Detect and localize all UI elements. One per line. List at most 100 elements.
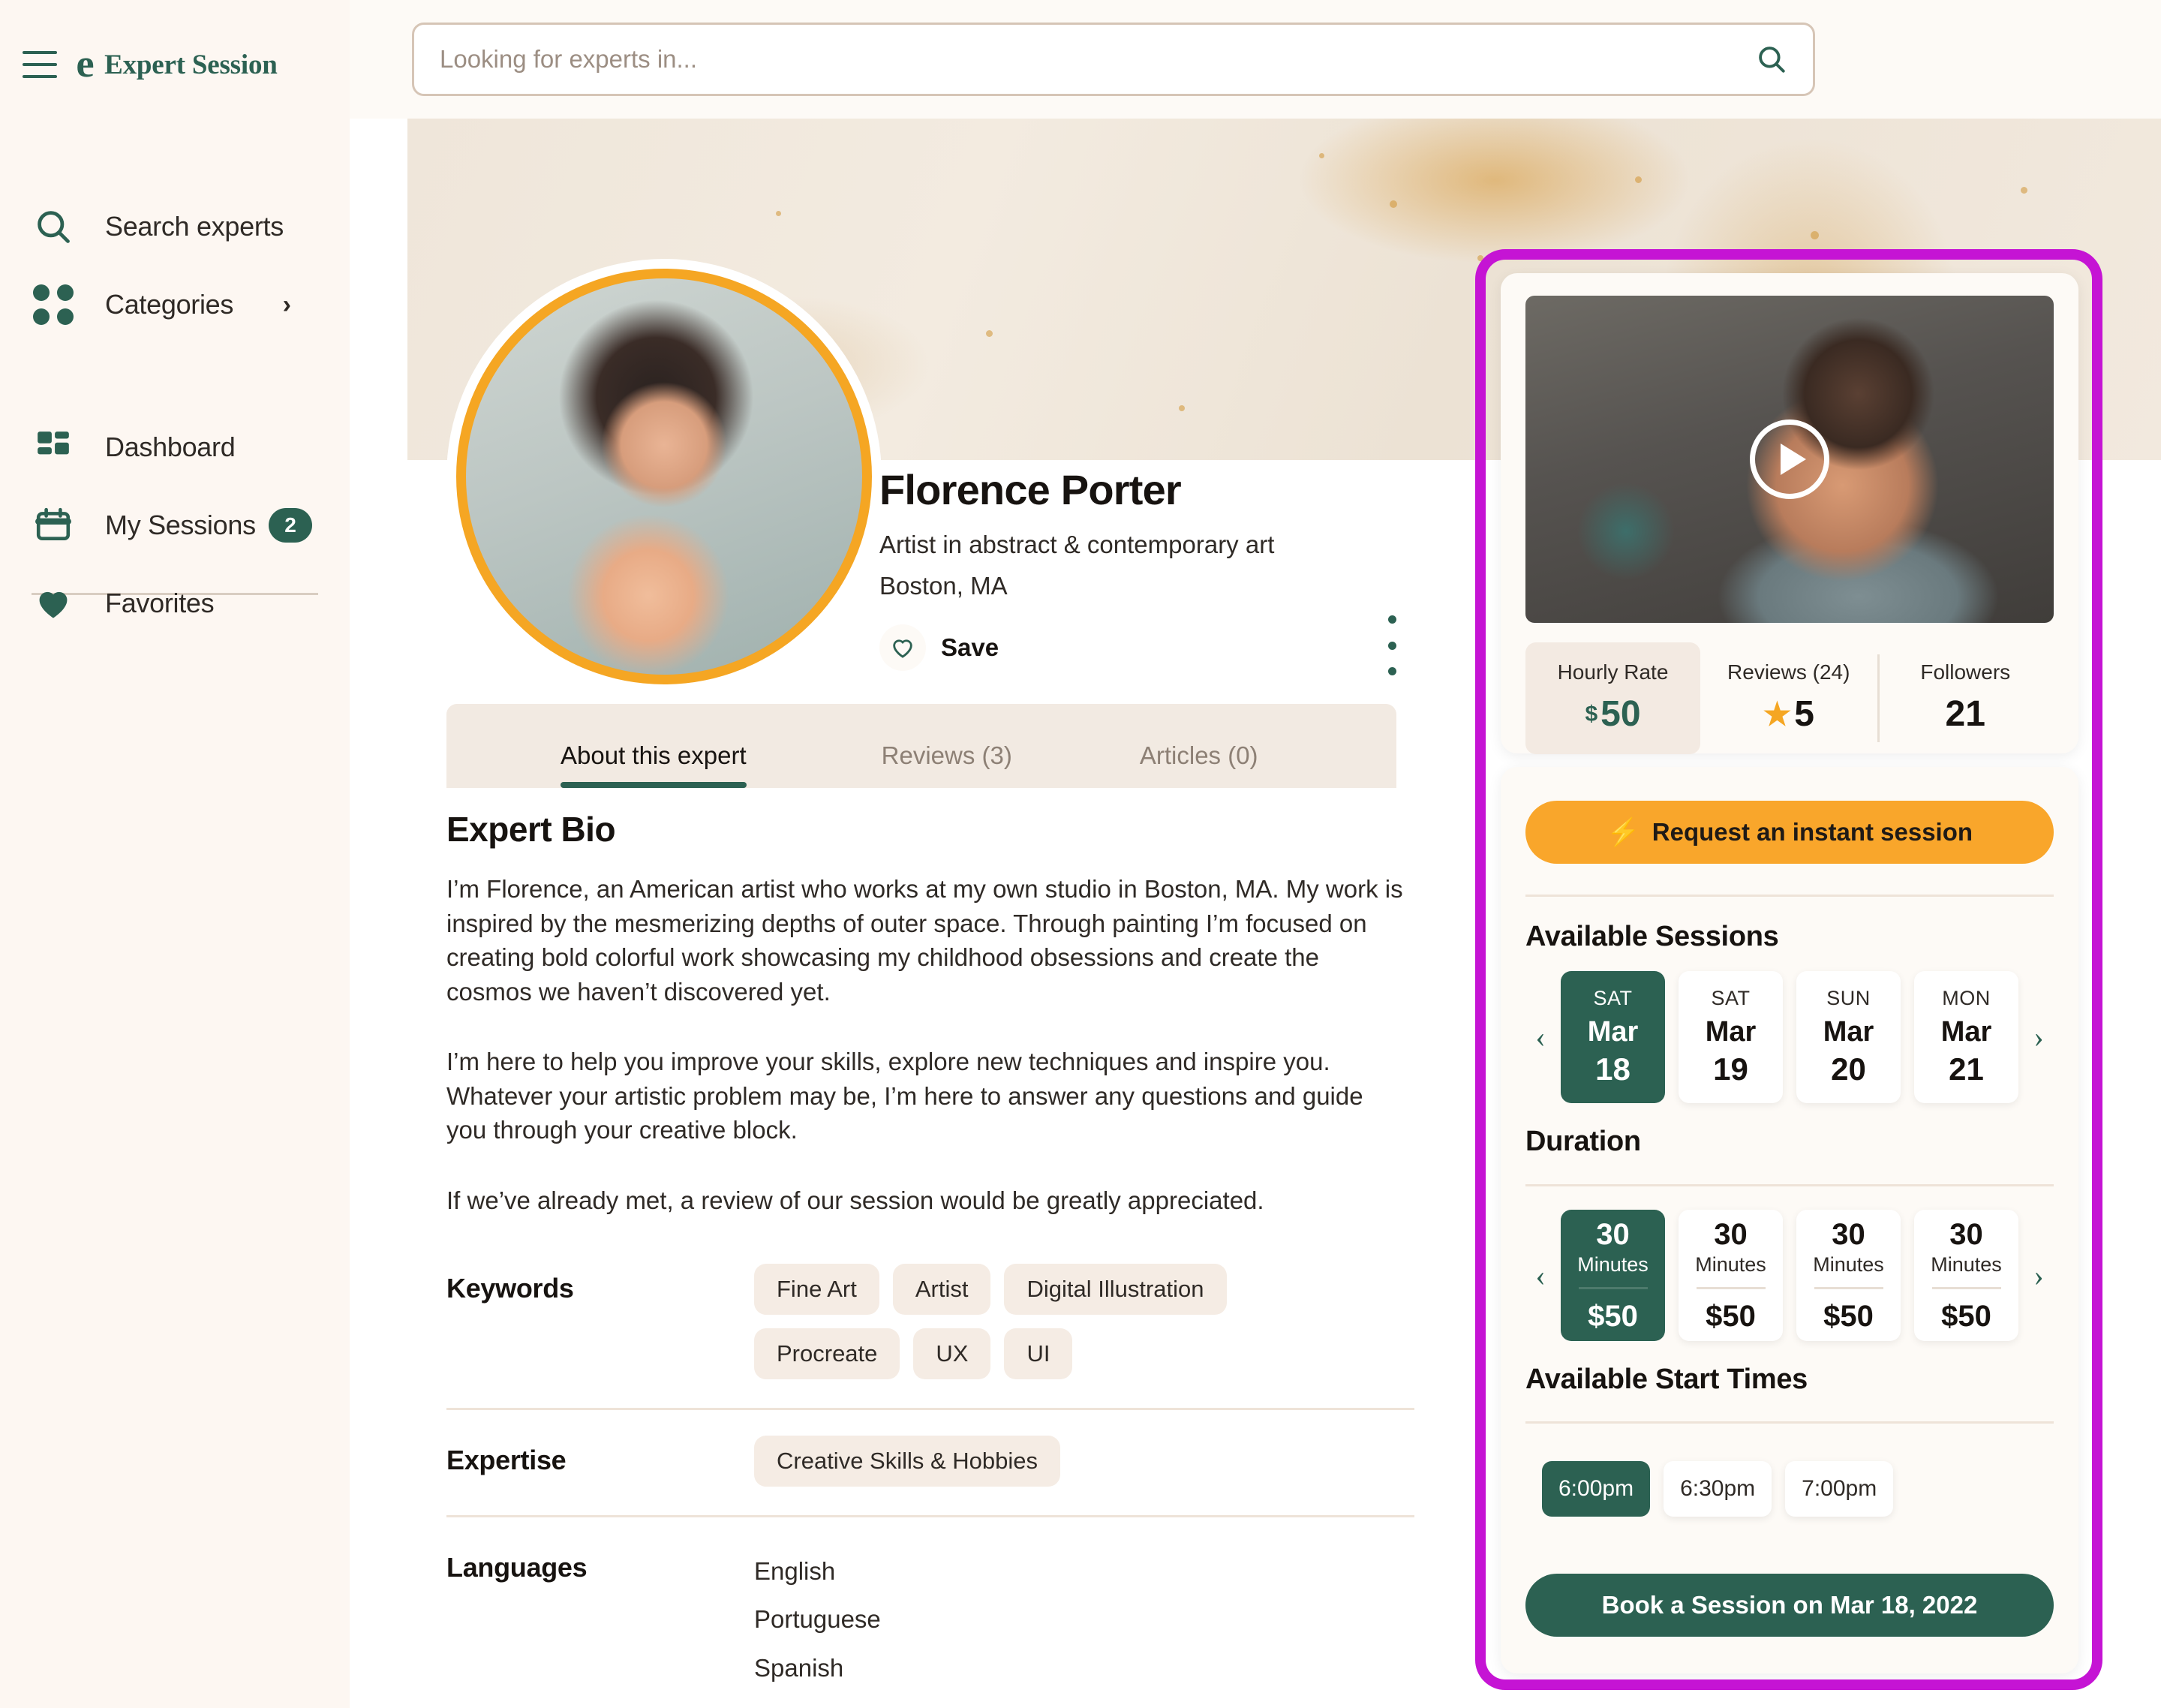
sidebar-item-label: Dashboard [105, 432, 236, 462]
date-track: SAT Mar 18 SAT Mar 19 SUN Mar 20 MON Mar… [1555, 971, 2024, 1103]
expert-bio-section: Expert Bio I’m Florence, an American art… [446, 809, 1407, 1217]
divider [1578, 1286, 1648, 1289]
stat-value: $50 [1525, 693, 1700, 735]
stat-reviews: Reviews (24) ★ 5 [1700, 642, 1877, 754]
sidebar-badge-count: 2 [269, 508, 312, 543]
sidebar-item-search-experts[interactable]: Search experts [0, 188, 350, 266]
languages-row: Languages English Portuguese Spanish [446, 1515, 1414, 1708]
stat-followers: Followers 21 [1877, 642, 2054, 754]
keywords-row: Keywords Fine Art Artist Digital Illustr… [446, 1238, 1414, 1408]
tab-about-this-expert[interactable]: About this expert [561, 741, 747, 788]
duration-number: 30 [1596, 1217, 1630, 1251]
brand-logo-icon: e [76, 43, 95, 86]
duration-price: $50 [1823, 1299, 1874, 1333]
sidebar-item-categories[interactable]: Categories › [0, 266, 350, 344]
duration-unit: Minutes [1695, 1252, 1766, 1276]
heart-outline-icon [879, 624, 926, 671]
save-button-label: Save [941, 633, 999, 661]
search-bar[interactable] [412, 23, 1815, 96]
duration-option[interactable]: 30 Minutes $50 [1796, 1210, 1901, 1341]
start-time-option[interactable]: 6:00pm [1542, 1461, 1651, 1517]
expertise-label: Expertise [446, 1445, 567, 1475]
expert-meta-section: Keywords Fine Art Artist Digital Illustr… [446, 1238, 1414, 1708]
top-header: JD [350, 0, 2161, 119]
date-option[interactable]: SAT Mar 18 [1561, 971, 1665, 1103]
duration-unit: Minutes [1577, 1252, 1649, 1276]
sidebar-item-my-sessions[interactable]: My Sessions 2 [0, 486, 350, 564]
stat-value: 21 [1877, 693, 2054, 735]
tab-reviews[interactable]: Reviews (3) [882, 741, 1012, 788]
stat-value: ★ 5 [1700, 693, 1877, 735]
date-prev-arrow-icon[interactable]: ‹ [1525, 1022, 1555, 1052]
expert-tagline: Artist in abstract & contemporary art [879, 531, 1275, 558]
keywords-label: Keywords [446, 1273, 574, 1304]
date-option[interactable]: SAT Mar 19 [1679, 971, 1783, 1103]
divider [1814, 1286, 1883, 1289]
language-item: English [754, 1557, 836, 1585]
hamburger-menu-icon[interactable] [23, 51, 57, 78]
section-title-duration: Duration [1525, 1126, 1641, 1157]
sidebar-item-favorites[interactable]: Favorites [0, 564, 350, 642]
request-instant-session-button[interactable]: ⚡ Request an instant session [1525, 801, 2054, 864]
expertise-chip[interactable]: Creative Skills & Hobbies [754, 1436, 1061, 1487]
profile-header: Florence Porter Artist in abstract & con… [879, 465, 1405, 671]
keyword-chip[interactable]: Artist [892, 1264, 991, 1315]
search-input[interactable] [414, 45, 1730, 74]
section-title-expert-bio: Expert Bio [446, 810, 616, 849]
divider [1525, 895, 2054, 897]
sidebar-item-dashboard[interactable]: Dashboard [0, 408, 350, 486]
calendar-icon [32, 504, 75, 547]
save-button[interactable]: Save [879, 624, 1405, 671]
stat-label: Hourly Rate [1557, 660, 1669, 684]
divider [1525, 1184, 2054, 1186]
date-day: 20 [1831, 1051, 1866, 1087]
languages-label: Languages [446, 1552, 588, 1583]
start-time-option[interactable]: 6:30pm [1664, 1461, 1772, 1517]
keyword-chip[interactable]: Fine Art [754, 1264, 879, 1315]
search-icon [32, 205, 75, 248]
duration-option[interactable]: 30 Minutes $50 [1914, 1210, 2018, 1341]
keyword-chip[interactable]: UX [913, 1328, 991, 1379]
kebab-menu-icon[interactable] [1373, 615, 1411, 675]
play-icon[interactable] [1750, 419, 1829, 499]
expert-intro-video-thumbnail[interactable] [1525, 296, 2054, 623]
date-next-arrow-icon[interactable]: › [2024, 1022, 2054, 1052]
sidebar-item-label: Favorites [105, 588, 215, 618]
sidebar-nav: Search experts Categories › Dashboard My… [0, 188, 350, 642]
date-month: Mar [1940, 1016, 1992, 1048]
keyword-chip[interactable]: Digital Illustration [1004, 1264, 1227, 1315]
language-item: Spanish [754, 1653, 844, 1682]
divider [1696, 1286, 1766, 1289]
date-day: 19 [1713, 1051, 1748, 1087]
sidebar-item-label: My Sessions [105, 510, 256, 540]
divider [1931, 1286, 2001, 1289]
book-session-button[interactable]: Book a Session on Mar 18, 2022 [1525, 1574, 2054, 1637]
stat-number: 5 [1794, 694, 1814, 734]
duration-prev-arrow-icon[interactable]: ‹ [1525, 1260, 1555, 1291]
keyword-chip[interactable]: UI [1004, 1328, 1073, 1379]
expert-location: Boston, MA [879, 572, 1008, 600]
start-times-list: 6:00pm 6:30pm 7:00pm [1542, 1461, 1894, 1517]
brand-name: Expert Session [104, 49, 278, 80]
duration-carousel: ‹ 30 Minutes $50 30 Minutes $50 30 Minut… [1525, 1210, 2054, 1341]
brand-row: e Expert Session [0, 36, 350, 93]
duration-next-arrow-icon[interactable]: › [2024, 1260, 2054, 1291]
expert-stats: Hourly Rate $50 Reviews (24) ★ 5 Follower… [1525, 642, 2054, 754]
star-icon: ★ [1763, 696, 1792, 732]
section-title-available-sessions: Available Sessions [1525, 921, 1779, 952]
search-submit-button[interactable] [1730, 25, 1813, 94]
duration-option[interactable]: 30 Minutes $50 [1679, 1210, 1783, 1341]
stat-label: Reviews (24) [1727, 660, 1850, 684]
start-time-option[interactable]: 7:00pm [1785, 1461, 1894, 1517]
expert-avatar-photo [446, 259, 882, 694]
date-option[interactable]: SUN Mar 20 [1796, 971, 1901, 1103]
stat-hourly-rate: Hourly Rate $50 [1525, 642, 1700, 754]
keyword-chip[interactable]: Procreate [754, 1328, 900, 1379]
booking-panel: ⚡ Request an instant session Available S… [1501, 767, 2078, 1673]
date-option[interactable]: MON Mar 21 [1914, 971, 2018, 1103]
date-dow: SAT [1593, 987, 1633, 1009]
duration-option[interactable]: 30 Minutes $50 [1561, 1210, 1665, 1341]
keywords-chip-list: Fine Art Artist Digital Illustration Pro… [754, 1264, 1324, 1379]
page-title: Florence Porter [879, 466, 1182, 513]
tab-articles[interactable]: Articles (0) [1140, 741, 1258, 788]
